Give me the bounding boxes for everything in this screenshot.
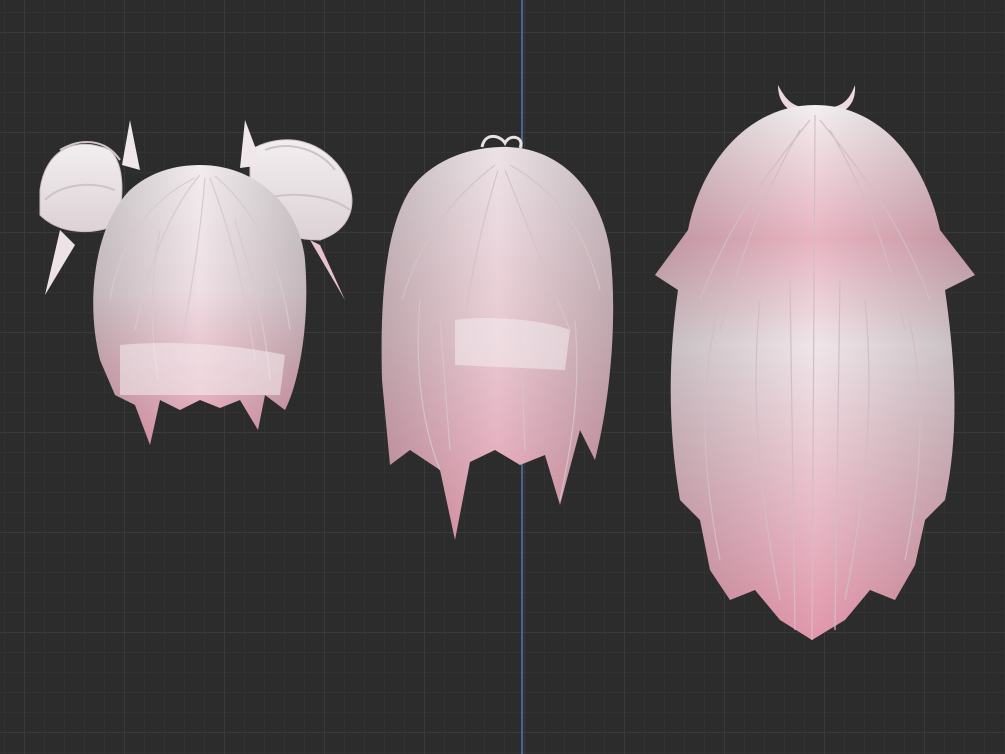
- viewport-scene: [39, 85, 975, 641]
- bob-with-ahoge-hair-model[interactable]: [381, 134, 614, 540]
- twin-buns-bob-hair-model[interactable]: [39, 120, 353, 445]
- long-layered-hair-model[interactable]: [655, 85, 975, 641]
- ahoge-strand: [480, 134, 523, 149]
- 3d-viewport[interactable]: [0, 0, 1005, 754]
